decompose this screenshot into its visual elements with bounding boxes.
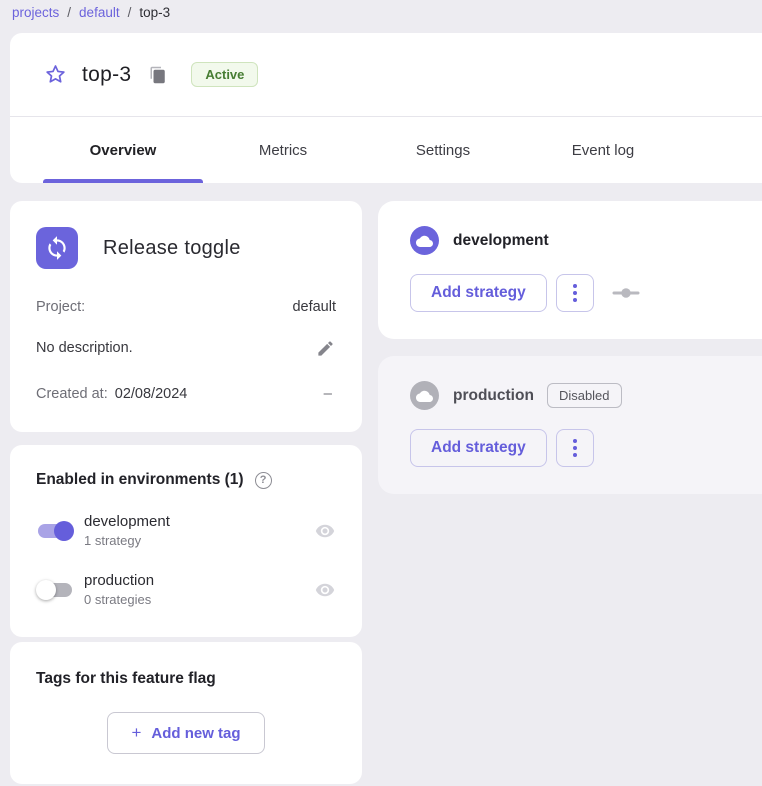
flag-type-icon-wrap [36,227,78,269]
breadcrumb-link-projects[interactable]: projects [12,5,59,20]
tags-card-title: Tags for this feature flag [36,670,336,688]
right-column: development Add strategy [378,201,762,494]
strategy-slider-icon [611,287,641,299]
breadcrumb-separator: / [67,5,71,20]
feature-title-row: top-3 Active [10,33,762,116]
edit-description-button[interactable] [314,337,336,359]
environment-panel-production: production Disabled Add strategy [378,356,762,494]
favorite-button[interactable] [43,63,67,87]
tab-bar: Overview Metrics Settings Event log [10,117,762,183]
breadcrumb-separator: / [128,5,132,20]
page-title: top-3 [82,63,131,87]
created-value: 02/08/2024 [115,386,188,402]
copy-name-button[interactable] [147,64,169,86]
created-row: Created at: 02/08/2024 – [36,385,336,402]
tab-metrics[interactable]: Metrics [203,117,363,183]
environment-strategy-count: 0 strategies [84,592,154,607]
created-extra-dash: – [324,385,336,402]
project-row: Project: default [36,299,336,315]
active-tab-indicator [43,179,203,183]
feature-header-card: top-3 Active Overview Metrics Settings E… [10,33,762,183]
breadcrumb: projects / default / top-3 [0,0,762,20]
left-column: Release toggle Project: default No descr… [10,201,362,784]
description-row: No description. [36,337,336,359]
development-toggle[interactable] [36,520,74,542]
feature-flag-page: projects / default / top-3 top-3 Active [0,0,762,786]
production-toggle[interactable] [36,579,74,601]
project-value: default [292,299,336,315]
toggle-thumb [54,521,74,541]
add-strategy-button-development[interactable]: Add strategy [410,274,547,312]
breadcrumb-link-default[interactable]: default [79,5,120,20]
environment-menu-button-production[interactable] [556,429,594,467]
copy-icon [149,66,167,84]
kebab-menu-icon [573,439,577,443]
add-new-tag-label: Add new tag [151,725,240,742]
visibility-toggle-development[interactable] [314,520,336,542]
star-outline-icon [44,63,67,86]
cloud-icon [416,234,433,248]
environment-panel-development: development Add strategy [378,201,762,339]
sync-arrows-icon [44,235,70,261]
environment-cloud-badge [410,226,439,255]
status-badge: Active [191,62,258,87]
environment-panel-name: production [453,387,534,405]
eye-icon [315,521,335,541]
environment-cloud-badge [410,381,439,410]
toggle-thumb [36,580,56,600]
environment-strategy-count: 1 strategy [84,533,170,548]
add-strategy-button-production[interactable]: Add strategy [410,429,547,467]
disabled-badge: Disabled [547,383,622,408]
project-label: Project: [36,299,85,315]
visibility-toggle-production[interactable] [314,579,336,601]
cloud-icon [416,389,433,403]
add-new-tag-button[interactable]: + Add new tag [107,712,264,754]
environment-panel-name: development [453,232,549,250]
kebab-menu-icon [573,284,577,288]
enabled-environments-title: Enabled in environments (1) [36,471,244,489]
flag-details-card: Release toggle Project: default No descr… [10,201,362,432]
environment-name: development [84,513,170,530]
tab-settings[interactable]: Settings [363,117,523,183]
tab-overview[interactable]: Overview [43,117,203,183]
created-label: Created at: [36,386,108,402]
breadcrumb-current: top-3 [139,5,170,20]
environment-name: production [84,572,154,589]
pencil-icon [316,339,335,358]
eye-icon [315,580,335,600]
tags-card: Tags for this feature flag + Add new tag [10,642,362,784]
enabled-environments-card: Enabled in environments (1) ? developmen… [10,445,362,637]
environment-row-production: production 0 strategies [36,572,336,607]
overview-content: Release toggle Project: default No descr… [10,201,762,784]
environment-menu-button-development[interactable] [556,274,594,312]
plus-icon: + [131,723,141,743]
flag-type-label: Release toggle [103,237,241,260]
description-text: No description. [36,340,133,356]
environment-row-development: development 1 strategy [36,513,336,548]
question-circle-icon[interactable]: ? [255,472,272,489]
flag-type-header: Release toggle [36,227,336,269]
tab-event-log[interactable]: Event log [523,117,683,183]
